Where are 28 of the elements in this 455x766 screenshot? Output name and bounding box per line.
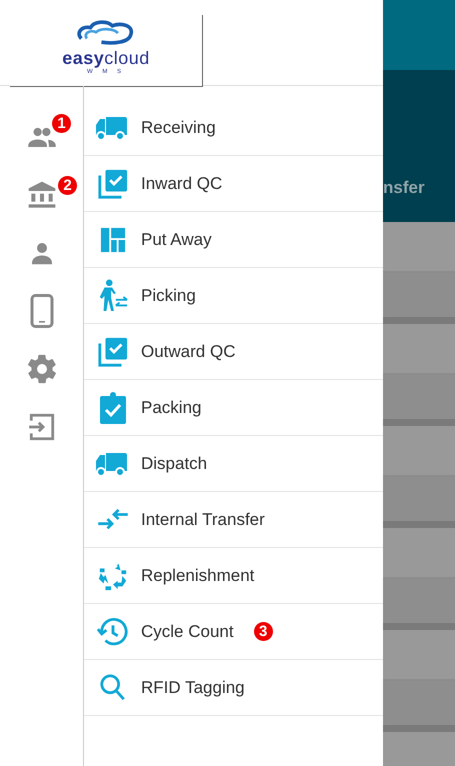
list-row: [383, 477, 455, 528]
number-badge: 3: [254, 622, 273, 641]
list-row: [383, 375, 455, 426]
menu-item[interactable]: Cycle Count 3: [84, 604, 383, 660]
list-row: [383, 273, 455, 324]
login-icon[interactable]: [28, 412, 56, 442]
search-icon: [98, 672, 126, 702]
clipboard-check-icon: [98, 390, 126, 424]
checkbox-stack-icon: [96, 168, 128, 200]
menu-item[interactable]: Dispatch: [84, 436, 383, 492]
phone-icon[interactable]: [30, 294, 54, 328]
logo-text: easy: [62, 48, 104, 68]
list-row: [383, 579, 455, 630]
tab-label[interactable]: nsfer: [383, 178, 425, 198]
menu-item[interactable]: Outward QC: [84, 324, 383, 380]
logo-text: cloud: [104, 48, 150, 68]
number-badge: 2: [58, 176, 77, 195]
checkbox-stack-icon: [96, 336, 128, 368]
menu-item[interactable]: Inward QC: [84, 156, 383, 212]
number-badge: 1: [52, 114, 71, 133]
menu-item[interactable]: Put Away: [84, 212, 383, 268]
layout-icon: [100, 226, 126, 252]
menu-item[interactable]: Packing: [84, 380, 383, 436]
menu-item[interactable]: Picking: [84, 268, 383, 324]
app-bar: [383, 0, 455, 70]
history-icon: [96, 616, 128, 648]
arrows-icon: [96, 508, 128, 532]
menu-item[interactable]: Receiving: [84, 100, 383, 156]
